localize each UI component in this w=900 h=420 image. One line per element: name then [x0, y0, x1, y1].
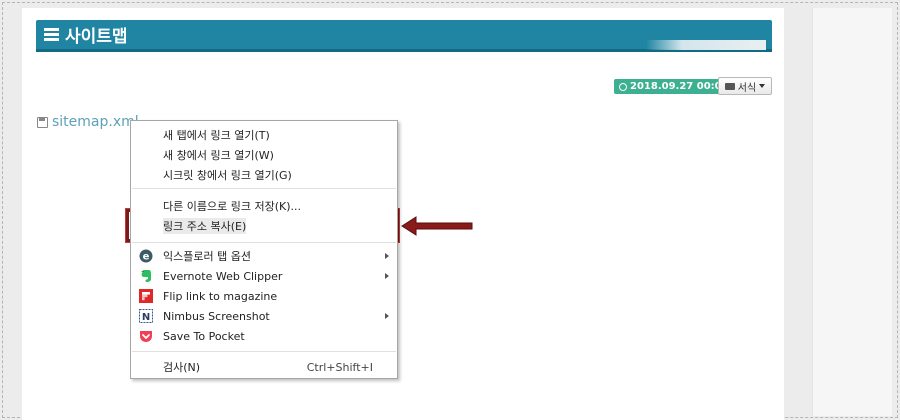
- flipboard-icon: [139, 289, 153, 303]
- evernote-icon: [141, 270, 151, 282]
- menu-item-flipboard[interactable]: Flip link to magazine: [131, 286, 397, 306]
- nimbus-icon: N: [139, 309, 153, 323]
- menu-item-save-link-as[interactable]: 다른 이름으로 링크 저장(K)...: [131, 196, 397, 216]
- pocket-icon: [140, 331, 152, 342]
- svg-text:N: N: [142, 312, 150, 323]
- svg-text:e: e: [143, 252, 150, 263]
- sitemap-file-link[interactable]: sitemap.xml: [37, 114, 139, 130]
- menu-item-save-to-pocket[interactable]: Save To Pocket: [131, 326, 397, 346]
- format-button[interactable]: 서식: [718, 77, 772, 95]
- page-title: 사이트맵: [65, 27, 128, 47]
- format-button-label: 서식: [737, 82, 757, 94]
- list-icon: [44, 27, 59, 42]
- annotation-arrow-icon: [401, 216, 473, 236]
- menu-separator: [132, 188, 396, 189]
- menu-item-copy-link-address[interactable]: 링크 주소 복사(E): [131, 216, 397, 236]
- post-date: 2018.09.27 00:02: [630, 81, 729, 92]
- folder-icon: [724, 82, 735, 90]
- menu-item-open-incognito[interactable]: 시크릿 창에서 링크 열기(G): [131, 165, 397, 185]
- file-link-label: sitemap.xml: [52, 114, 139, 130]
- menu-item-evernote[interactable]: Evernote Web Clipper: [131, 266, 397, 286]
- menu-item-open-new-tab[interactable]: 새 탭에서 링크 열기(T): [131, 125, 397, 145]
- clock-icon: [619, 82, 627, 91]
- save-disk-icon: [37, 116, 48, 128]
- menu-item-inspect[interactable]: 검사(N) Ctrl+Shift+I: [131, 357, 397, 377]
- menu-item-ie-tab-options[interactable]: e 익스플로러 탭 옵션: [131, 246, 397, 266]
- submenu-arrow-icon: [385, 313, 389, 319]
- menu-separator: [132, 351, 396, 352]
- ie-tab-icon: e: [139, 249, 153, 263]
- submenu-arrow-icon: [385, 253, 389, 259]
- right-sidebar: [812, 8, 892, 416]
- context-menu: 새 탭에서 링크 열기(T) 새 창에서 링크 열기(W) 시크릿 창에서 링크…: [130, 120, 398, 379]
- inspect-shortcut: Ctrl+Shift+I: [306, 360, 373, 374]
- submenu-arrow-icon: [385, 273, 389, 279]
- page-title-bar: 사이트맵: [36, 20, 772, 52]
- chevron-down-icon: [759, 84, 766, 88]
- menu-item-open-new-window[interactable]: 새 창에서 링크 열기(W): [131, 145, 397, 165]
- date-badge: 2018.09.27 00:02: [614, 79, 734, 94]
- menu-separator: [132, 242, 396, 243]
- blurred-area: [646, 40, 766, 50]
- menu-item-nimbus-screenshot[interactable]: N Nimbus Screenshot: [131, 306, 397, 326]
